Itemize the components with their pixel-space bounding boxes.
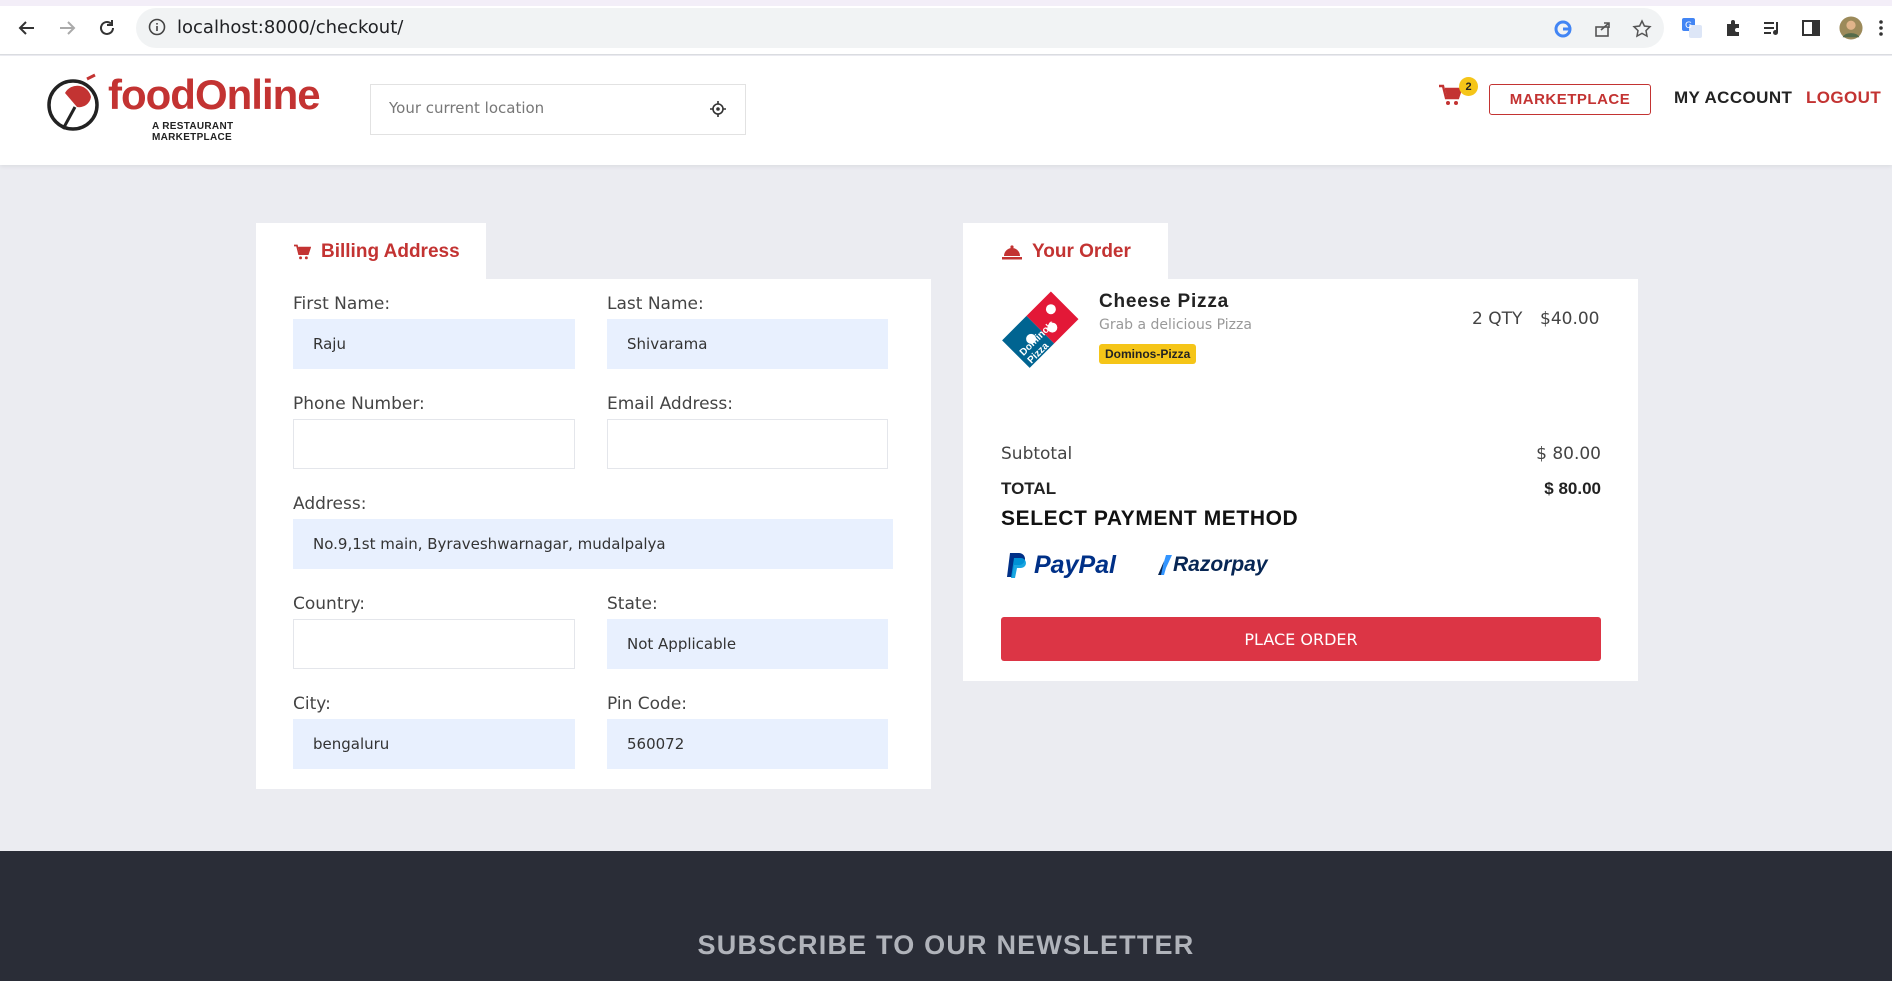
last-name-field[interactable]	[607, 319, 888, 369]
city-label: City:	[293, 694, 331, 714]
razorpay-text: Razorpay	[1173, 553, 1268, 576]
first-name-label: First Name:	[293, 294, 391, 314]
address-field[interactable]	[293, 519, 893, 569]
reload-icon	[100, 20, 114, 35]
logo-subtitle: A RESTAURANT MARKETPLACE	[152, 121, 234, 143]
profile-avatar-icon[interactable]	[1839, 16, 1863, 40]
phone-field[interactable]	[293, 419, 575, 469]
country-label: Country:	[293, 594, 366, 614]
total-label: TOTAL	[1001, 479, 1057, 498]
google-translate-icon[interactable]	[1552, 18, 1574, 40]
bookmark-star-icon[interactable]	[1631, 18, 1653, 40]
back-arrow-icon	[18, 21, 34, 35]
subtotal-label: Subtotal	[1001, 444, 1073, 464]
logo-text: foodOnline	[108, 71, 321, 118]
logout-link[interactable]: LOGOUT	[1806, 88, 1881, 108]
forward-arrow-icon	[60, 21, 76, 35]
reload-button[interactable]	[93, 14, 121, 42]
location-input[interactable]	[389, 99, 689, 117]
media-queue-icon[interactable]	[1760, 16, 1784, 40]
tab-billing-address: Billing Address	[256, 223, 486, 280]
pin-code-field[interactable]	[607, 719, 888, 769]
my-account-link[interactable]: MY ACCOUNT	[1674, 88, 1792, 108]
place-order-button[interactable]: PLACE ORDER	[1001, 617, 1601, 661]
item-price: $40.00	[1540, 309, 1600, 329]
location-search[interactable]	[370, 84, 746, 135]
share-icon[interactable]	[1592, 18, 1614, 40]
billing-tab-title: Billing Address	[321, 240, 460, 262]
razorpay-icon	[1158, 555, 1172, 575]
foodonline-logo[interactable]: foodOnline A RESTAURANT MARKETPLACE	[45, 71, 321, 143]
cart-count-badge: 2	[1459, 77, 1478, 96]
total-row: TOTAL $ 80.00	[1001, 479, 1601, 499]
payment-method-title: SELECT PAYMENT METHOD	[1001, 507, 1299, 530]
first-name-field[interactable]	[293, 319, 575, 369]
order-item-row: Domino's Pizza	[997, 287, 1083, 373]
email-field[interactable]	[607, 419, 888, 469]
footer: SUBSCRIBE TO OUR NEWSLETTER	[0, 851, 1892, 981]
city-field[interactable]	[293, 719, 575, 769]
site-info-icon[interactable]	[148, 18, 166, 41]
paypal-option[interactable]: PayPal	[1006, 548, 1122, 582]
browser-toolbar: localhost:8000/checkout/ G	[0, 0, 1892, 55]
state-label: State:	[607, 594, 658, 614]
food-cloche-icon	[1002, 244, 1022, 259]
item-description: Grab a delicious Pizza	[1099, 317, 1252, 333]
subtotal-value: $ 80.00	[1536, 444, 1601, 464]
order-tab-title: Your Order	[1032, 240, 1131, 262]
extensions-puzzle-icon[interactable]	[1721, 16, 1745, 40]
tab-your-order: Your Order	[963, 223, 1168, 280]
total-value: $ 80.00	[1544, 479, 1601, 498]
vendor-badge[interactable]: Dominos-Pizza	[1099, 344, 1197, 364]
logo-mark-icon	[47, 73, 99, 131]
site-header: foodOnline A RESTAURANT MARKETPLACE 2 MA…	[0, 56, 1892, 165]
newsletter-title: SUBSCRIBE TO OUR NEWSLETTER	[697, 930, 1195, 960]
pin-code-label: Pin Code:	[607, 694, 688, 714]
marketplace-button[interactable]: MARKETPLACE	[1489, 84, 1651, 115]
cart-icon	[294, 244, 311, 259]
crosshair-locate-icon[interactable]	[709, 100, 727, 123]
razorpay-option[interactable]: Razorpay	[1158, 550, 1288, 580]
address-label: Address:	[293, 494, 367, 514]
item-quantity: 2 QTY	[1472, 309, 1523, 329]
tab-strip-edge	[0, 0, 1892, 6]
state-field[interactable]	[607, 619, 888, 669]
subtotal-row: Subtotal $ 80.00	[1001, 444, 1601, 464]
side-panel-icon[interactable]	[1799, 16, 1823, 40]
paypal-icon	[1007, 553, 1026, 578]
paypal-text: PayPal	[1034, 550, 1117, 579]
back-button[interactable]	[13, 14, 41, 42]
last-name-label: Last Name:	[607, 294, 704, 314]
translate-extension-icon[interactable]: G	[1680, 16, 1704, 40]
email-label: Email Address:	[607, 394, 733, 414]
forward-button[interactable]	[53, 14, 81, 42]
country-field[interactable]	[293, 619, 575, 669]
browser-menu-icon[interactable]	[1876, 16, 1886, 40]
phone-label: Phone Number:	[293, 394, 425, 414]
svg-text:G: G	[1685, 21, 1692, 31]
url-text[interactable]: localhost:8000/checkout/	[177, 17, 403, 38]
item-name: Cheese Pizza	[1099, 291, 1229, 312]
